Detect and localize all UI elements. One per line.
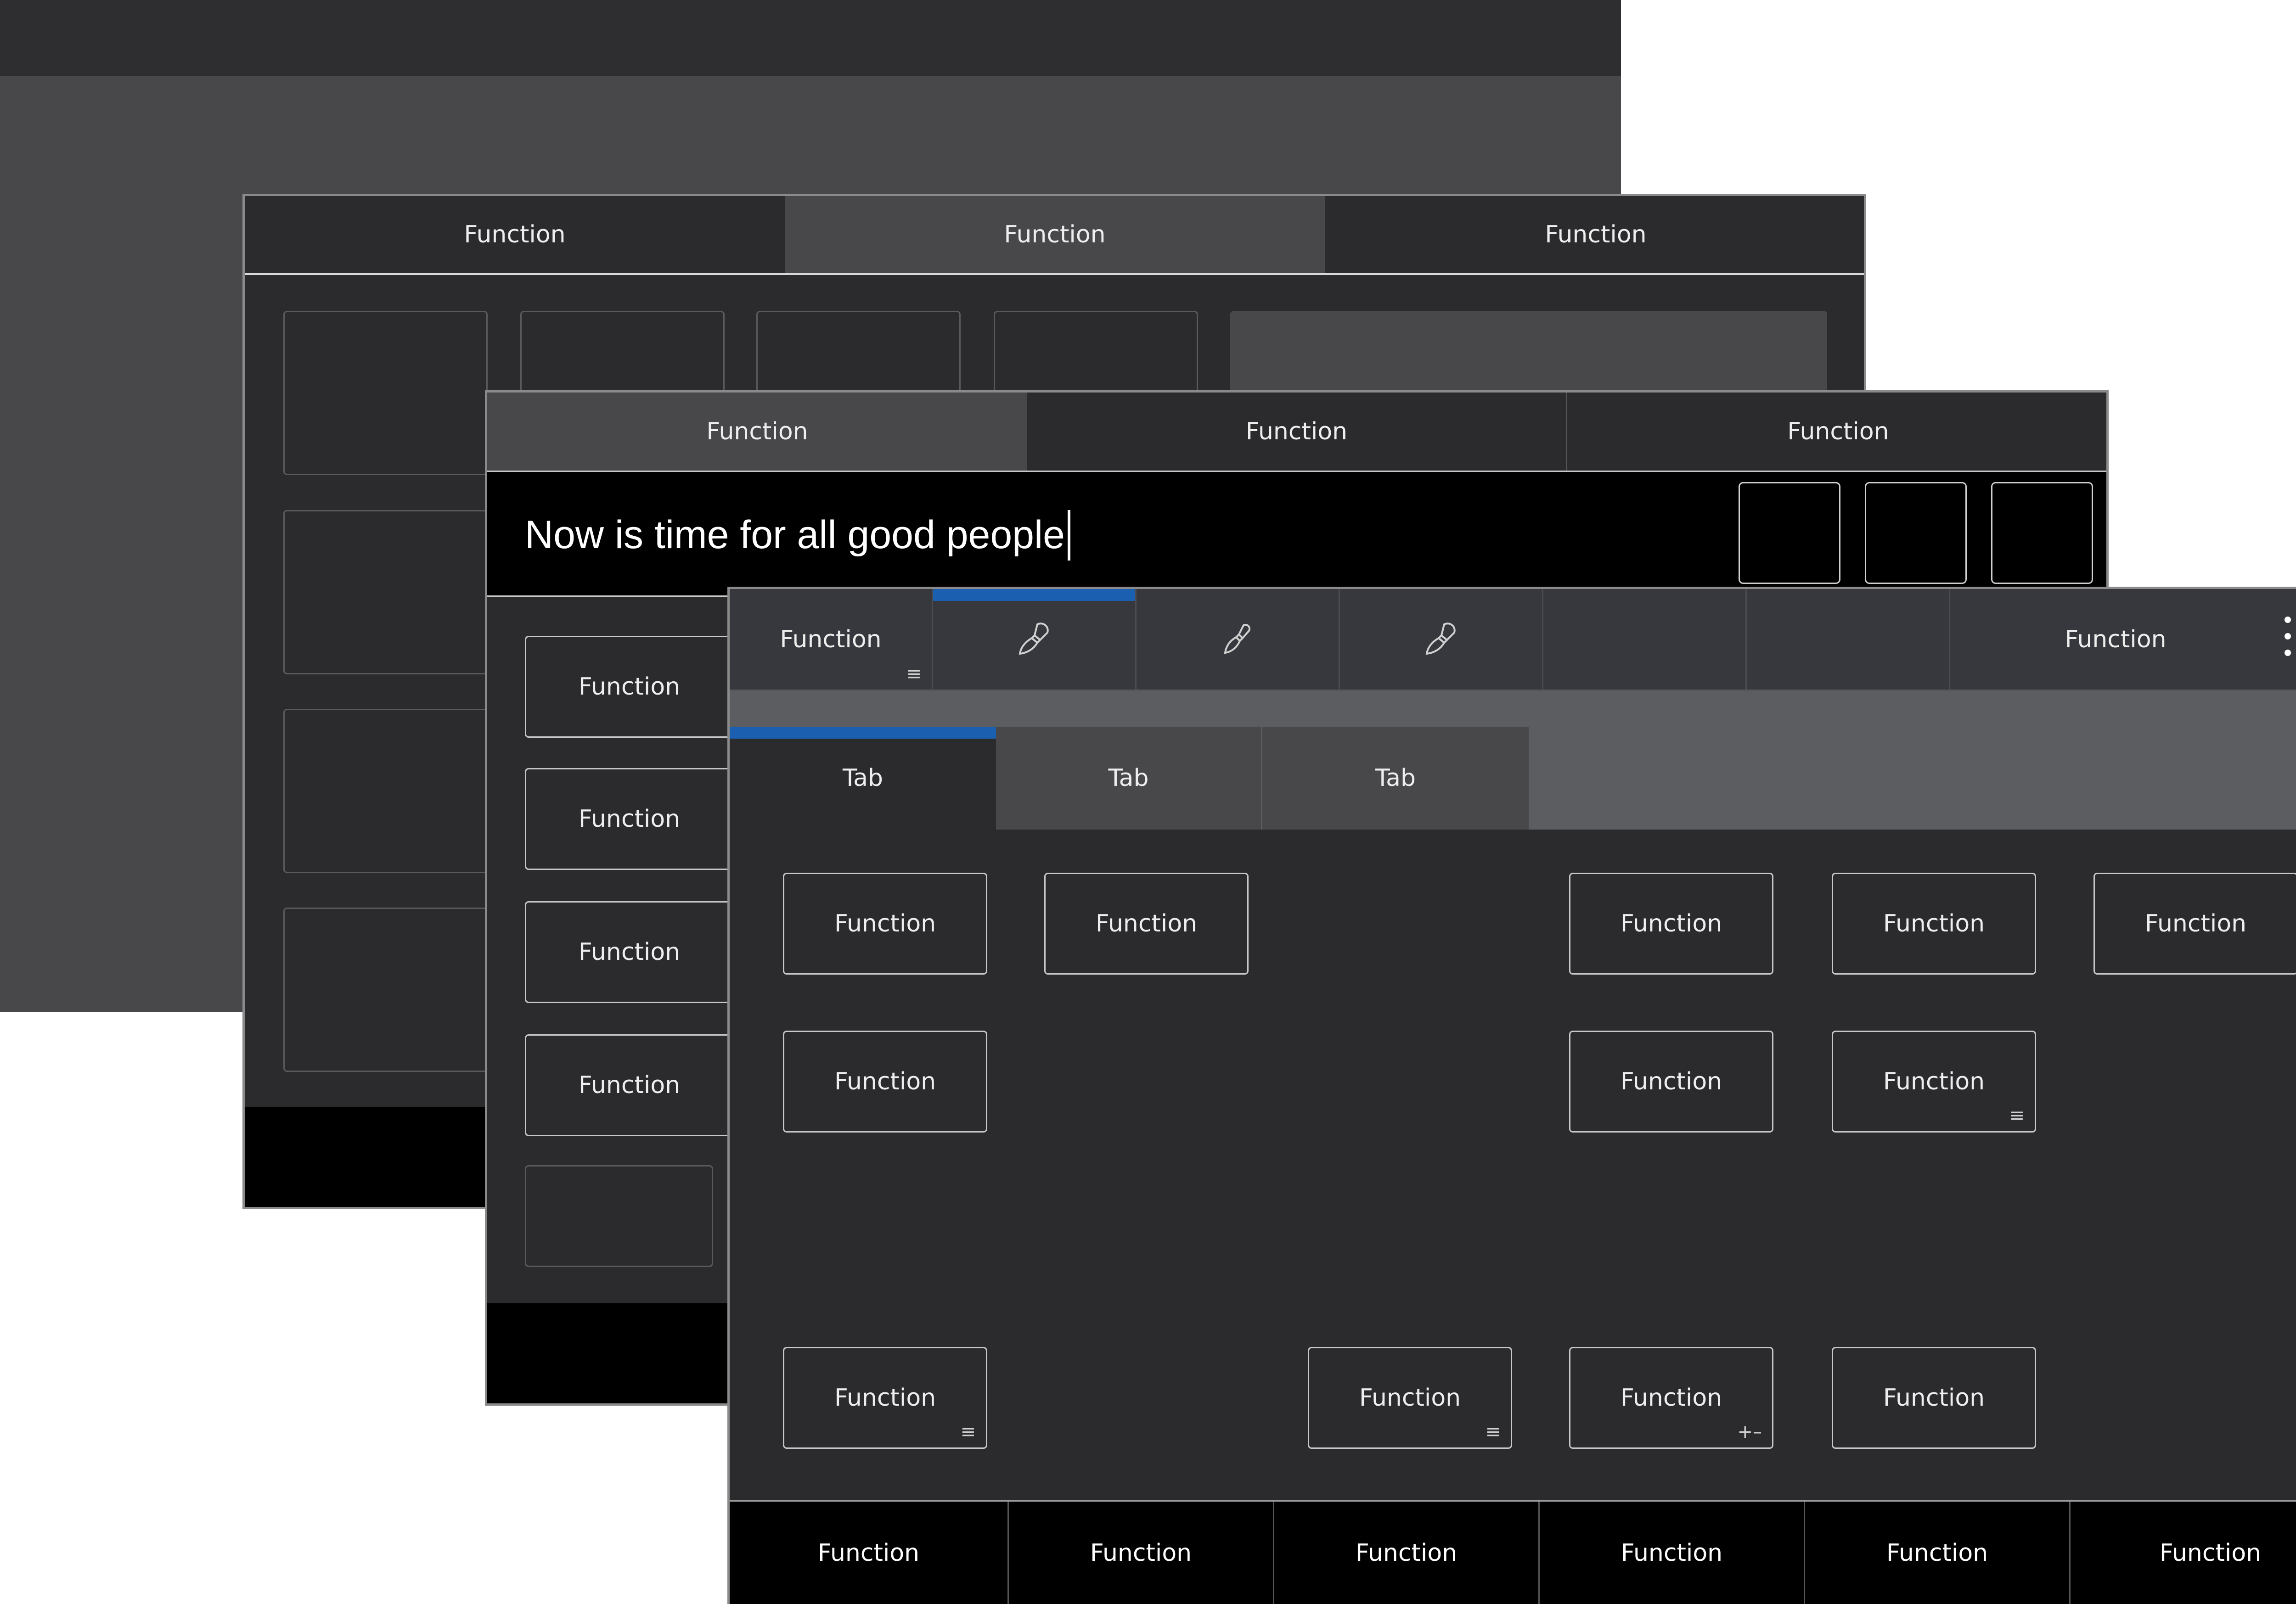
second-window-tabbar: Function Function Function	[245, 196, 1864, 275]
function-button[interactable]: Function	[1832, 1347, 2036, 1449]
function-menu-button[interactable]: Function ≡	[1308, 1347, 1512, 1449]
toolbar-tool-2[interactable]	[1137, 589, 1340, 690]
front-window: Function ≡ Function Tab Tab Tab Function…	[727, 587, 2296, 1604]
function-stepper-label: Function	[1620, 1384, 1722, 1412]
input-action-button[interactable]	[1739, 482, 1840, 584]
bottom-function-button[interactable]: Function	[1274, 1502, 1540, 1604]
function-button[interactable]: Function	[783, 1031, 987, 1133]
input-action-button[interactable]	[1865, 482, 1967, 584]
toolbar-function-button[interactable]: Function ≡	[730, 589, 933, 690]
menu-lines-icon: ≡	[2009, 1105, 2025, 1126]
third-window-tab-1[interactable]: Function	[487, 393, 1027, 471]
second-window-slot[interactable]	[283, 510, 488, 674]
third-window-function-button[interactable]: Function	[525, 768, 734, 870]
paintbrush-icon	[1019, 622, 1049, 655]
function-menu-button-label: Function	[1359, 1384, 1461, 1412]
second-window-tab-3[interactable]: Function	[1325, 196, 1867, 273]
function-menu-button-label: Function	[1883, 1068, 1985, 1095]
function-button[interactable]: Function	[2093, 873, 2296, 975]
tab-3[interactable]: Tab	[1262, 727, 1529, 830]
menu-lines-icon: ≡	[960, 1421, 976, 1442]
plus-minus-icon: +–	[1737, 1421, 1762, 1442]
toolbar-empty-slot[interactable]	[1543, 589, 1747, 690]
toolbar-tool-1[interactable]	[933, 589, 1137, 690]
text-input-field[interactable]: Now is time for all good people	[525, 504, 1070, 566]
tab-strip: Tab Tab Tab	[730, 691, 2296, 830]
tab-2[interactable]: Tab	[996, 727, 1262, 830]
tab-1[interactable]: Tab	[730, 727, 996, 830]
menu-lines-icon: ≡	[906, 663, 922, 684]
third-window-tabbar: Function Function Function	[487, 393, 2106, 471]
second-window-tab-2[interactable]: Function	[785, 196, 1325, 273]
toolbar-function-right[interactable]: Function	[1950, 589, 2281, 690]
menu-lines-icon: ≡	[1485, 1421, 1501, 1442]
bottom-function-button[interactable]: Function	[2071, 1502, 2296, 1604]
background-window-titlebar	[0, 0, 1621, 76]
text-input-bar[interactable]: Now is time for all good people	[487, 471, 2106, 597]
paintbrush-icon	[1224, 623, 1250, 654]
app-grid-icon[interactable]	[2281, 612, 2296, 662]
text-cursor	[1067, 510, 1070, 561]
selected-indicator	[933, 589, 1135, 601]
third-window-function-button[interactable]: Function	[525, 636, 734, 738]
function-button[interactable]: Function	[783, 873, 987, 975]
second-window-slot[interactable]	[283, 908, 488, 1072]
text-input-value: Now is time for all good people	[525, 513, 1065, 557]
function-button[interactable]: Function	[1569, 1031, 1773, 1133]
third-window-function-button[interactable]: Function	[525, 901, 734, 1003]
bottom-function-button[interactable]: Function	[1805, 1502, 2071, 1604]
third-window-function-button[interactable]: Function	[525, 1034, 734, 1136]
third-window-tab-2[interactable]: Function	[1027, 393, 1567, 471]
toolbar-function-right-label: Function	[2065, 625, 2167, 653]
active-tab-indicator	[730, 727, 996, 739]
paintbrush-icon	[1425, 622, 1456, 655]
toolbar: Function ≡ Function	[730, 589, 2296, 691]
bottom-function-bar: Function Function Function Function Func…	[730, 1500, 2296, 1604]
third-window-tab-3[interactable]: Function	[1567, 393, 2109, 471]
toolbar-empty-slot[interactable]	[1747, 589, 1950, 690]
toolbar-tool-3[interactable]	[1340, 589, 1543, 690]
input-action-button[interactable]	[1991, 482, 2093, 584]
toolbar-function-label: Function	[780, 625, 882, 653]
second-window-slot[interactable]	[283, 709, 488, 873]
function-menu-button-label: Function	[834, 1384, 936, 1412]
function-menu-button[interactable]: Function ≡	[1832, 1031, 2036, 1133]
function-button[interactable]: Function	[1044, 873, 1249, 975]
third-window-empty-slot[interactable]	[525, 1165, 713, 1267]
bottom-function-button[interactable]: Function	[1009, 1502, 1274, 1604]
function-button[interactable]: Function	[1832, 873, 2036, 975]
function-menu-button[interactable]: Function ≡	[783, 1347, 987, 1449]
function-button[interactable]: Function	[1569, 873, 1773, 975]
second-window-tab-1[interactable]: Function	[245, 196, 785, 273]
bottom-function-button[interactable]: Function	[1540, 1502, 1805, 1604]
bottom-function-button[interactable]: Function	[730, 1502, 1009, 1604]
function-stepper-button[interactable]: Function +–	[1569, 1347, 1773, 1449]
second-window-slot[interactable]	[283, 311, 488, 475]
